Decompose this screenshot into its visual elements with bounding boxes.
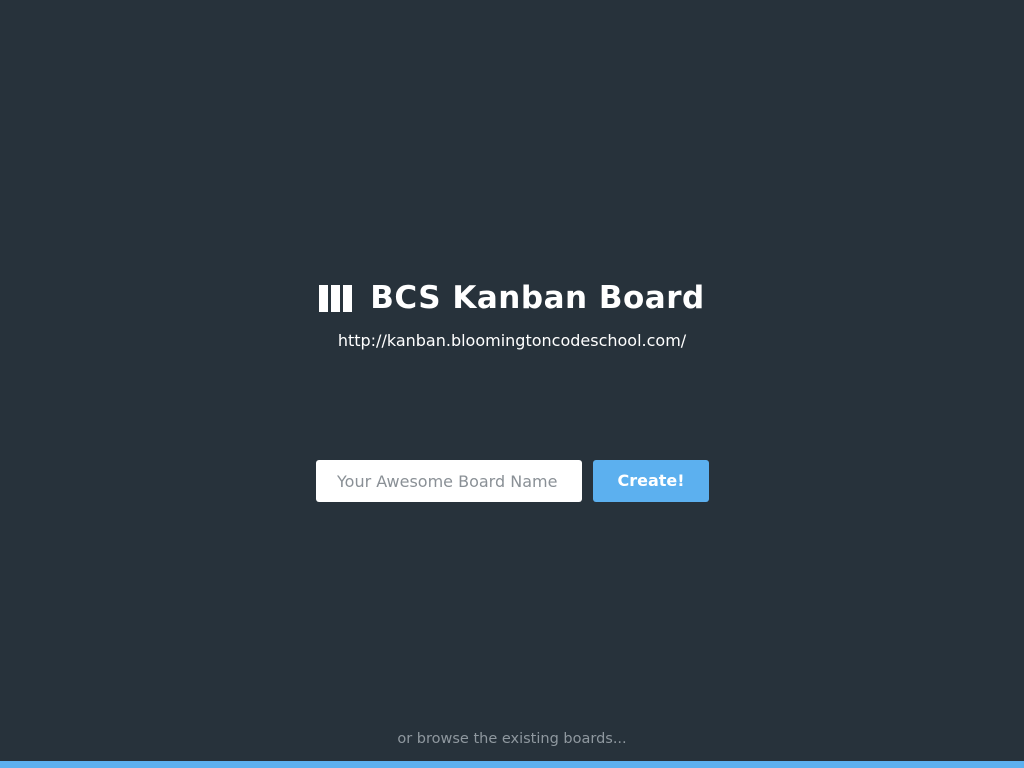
column-bar bbox=[331, 284, 341, 312]
browse-boards-link[interactable]: or browse the existing boards... bbox=[0, 729, 1024, 749]
bottom-accent-bar bbox=[0, 761, 1024, 768]
create-board-form: Create! bbox=[316, 459, 709, 502]
landing-page: BCS Kanban Board http://kanban.bloomingt… bbox=[0, 0, 1024, 768]
header: BCS Kanban Board http://kanban.bloomingt… bbox=[0, 278, 1024, 351]
title-row: BCS Kanban Board bbox=[319, 278, 704, 318]
page-title: BCS Kanban Board bbox=[370, 280, 705, 316]
kanban-columns-icon bbox=[319, 284, 353, 312]
site-url: http://kanban.bloomingtoncodeschool.com/ bbox=[337, 331, 687, 350]
column-bar bbox=[319, 284, 329, 312]
column-bar bbox=[343, 284, 353, 312]
create-button[interactable]: Create! bbox=[593, 459, 709, 502]
board-name-input[interactable] bbox=[316, 460, 582, 502]
